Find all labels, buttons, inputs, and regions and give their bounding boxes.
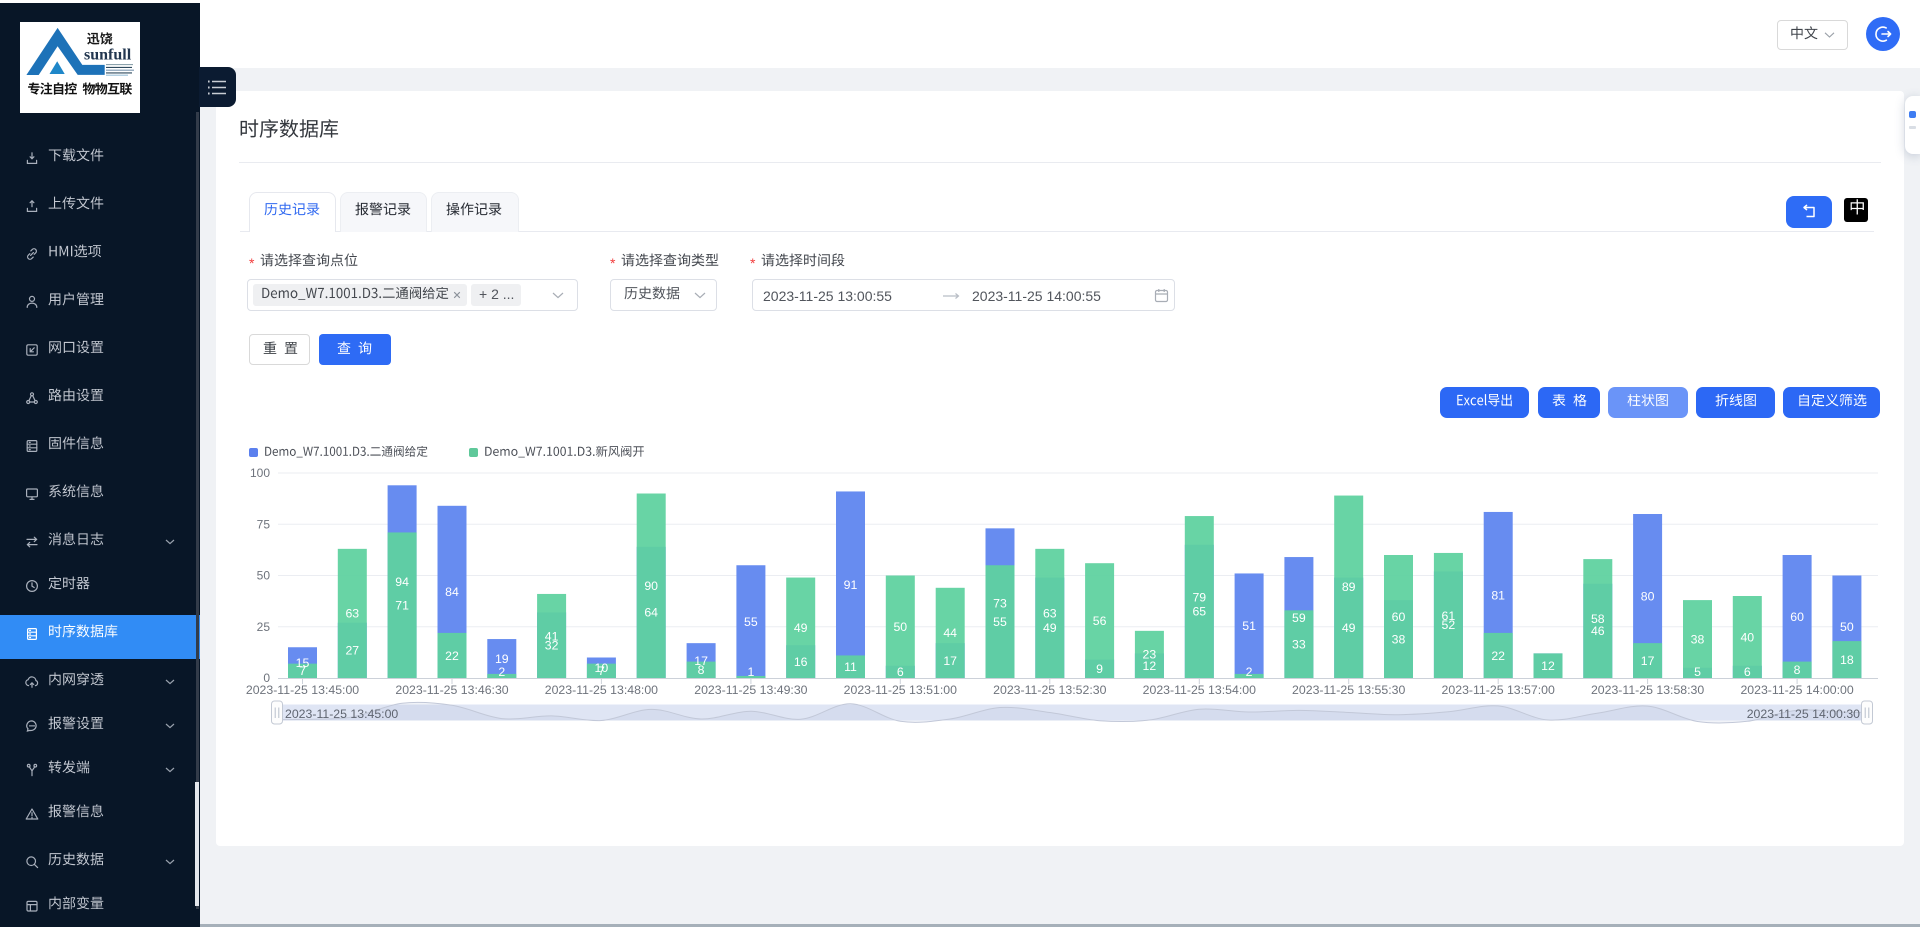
svg-text:50: 50 [1840, 620, 1854, 634]
svg-text:55: 55 [993, 615, 1007, 629]
svg-text:7: 7 [598, 664, 605, 678]
svg-text:63: 63 [345, 607, 359, 621]
svg-text:7: 7 [299, 664, 306, 678]
svg-text:2023-11-25 14:00:30: 2023-11-25 14:00:30 [1747, 707, 1860, 721]
svg-text:2023-11-25 13:49:30: 2023-11-25 13:49:30 [694, 683, 807, 697]
svg-text:94: 94 [395, 575, 409, 589]
svg-text:49: 49 [1043, 621, 1057, 635]
svg-text:49: 49 [794, 621, 808, 635]
svg-text:38: 38 [1392, 632, 1406, 646]
svg-text:64: 64 [644, 606, 658, 620]
svg-text:18: 18 [1840, 653, 1854, 667]
svg-text:8: 8 [698, 663, 705, 677]
svg-text:33: 33 [1292, 638, 1306, 652]
svg-text:63: 63 [1043, 607, 1057, 621]
svg-text:61: 61 [1442, 609, 1456, 623]
svg-text:59: 59 [1292, 611, 1306, 625]
svg-text:65: 65 [1192, 605, 1206, 619]
svg-text:22: 22 [445, 649, 459, 663]
svg-text:50: 50 [257, 569, 271, 583]
svg-text:79: 79 [1192, 590, 1206, 604]
svg-text:23: 23 [1143, 648, 1157, 662]
svg-text:2023-11-25 13:51:00: 2023-11-25 13:51:00 [844, 683, 957, 697]
svg-text:73: 73 [993, 597, 1007, 611]
svg-text:50: 50 [893, 620, 907, 634]
svg-text:81: 81 [1491, 588, 1505, 602]
svg-text:2: 2 [1246, 665, 1253, 679]
svg-text:2023-11-25 13:57:00: 2023-11-25 13:57:00 [1442, 683, 1555, 697]
svg-text:12: 12 [1541, 659, 1555, 673]
svg-text:2023-11-25 13:55:30: 2023-11-25 13:55:30 [1292, 683, 1405, 697]
svg-text:27: 27 [345, 644, 359, 658]
svg-text:22: 22 [1491, 649, 1505, 663]
svg-text:90: 90 [644, 579, 658, 593]
svg-text:2023-11-25 13:46:30: 2023-11-25 13:46:30 [395, 683, 508, 697]
svg-text:2023-11-25 13:45:00: 2023-11-25 13:45:00 [246, 683, 359, 697]
svg-text:2023-11-25 13:52:30: 2023-11-25 13:52:30 [993, 683, 1106, 697]
svg-text:sunfull: sunfull [84, 47, 132, 64]
svg-text:5: 5 [1694, 665, 1701, 679]
svg-text:2023-11-25 14:00:00: 2023-11-25 14:00:00 [1740, 683, 1853, 697]
svg-text:16: 16 [794, 655, 808, 669]
svg-text:38: 38 [1691, 632, 1705, 646]
svg-text:44: 44 [943, 626, 957, 640]
svg-text:71: 71 [395, 599, 409, 613]
svg-text:2023-11-25 13:58:30: 2023-11-25 13:58:30 [1591, 683, 1704, 697]
svg-text:6: 6 [897, 665, 904, 679]
svg-text:2023-11-25 13:48:00: 2023-11-25 13:48:00 [545, 683, 658, 697]
svg-text:2023-11-25 13:45:00: 2023-11-25 13:45:00 [285, 707, 398, 721]
svg-text:1: 1 [747, 665, 754, 679]
svg-text:40: 40 [1740, 630, 1754, 644]
svg-text:19: 19 [495, 652, 509, 666]
svg-text:60: 60 [1790, 610, 1804, 624]
svg-text:17: 17 [943, 654, 957, 668]
svg-text:8: 8 [1794, 663, 1801, 677]
svg-text:11: 11 [844, 660, 857, 674]
svg-text:25: 25 [257, 620, 271, 634]
svg-text:60: 60 [1392, 610, 1406, 624]
svg-text:2: 2 [498, 665, 505, 679]
svg-text:75: 75 [257, 518, 271, 532]
svg-text:46: 46 [1591, 624, 1605, 638]
svg-text:89: 89 [1342, 580, 1356, 594]
svg-text:80: 80 [1641, 589, 1655, 603]
svg-text:6: 6 [1744, 665, 1751, 679]
svg-text:17: 17 [1641, 654, 1655, 668]
svg-text:91: 91 [844, 578, 858, 592]
svg-text:56: 56 [1093, 614, 1107, 628]
svg-text:100: 100 [250, 466, 270, 480]
svg-text:9: 9 [1096, 662, 1103, 676]
svg-text:49: 49 [1342, 621, 1356, 635]
svg-text:84: 84 [445, 585, 459, 599]
svg-text:51: 51 [1242, 619, 1256, 633]
svg-text:58: 58 [1591, 612, 1605, 626]
svg-text:2023-11-25 13:54:00: 2023-11-25 13:54:00 [1143, 683, 1256, 697]
svg-text:41: 41 [545, 629, 559, 643]
svg-text:55: 55 [744, 615, 758, 629]
